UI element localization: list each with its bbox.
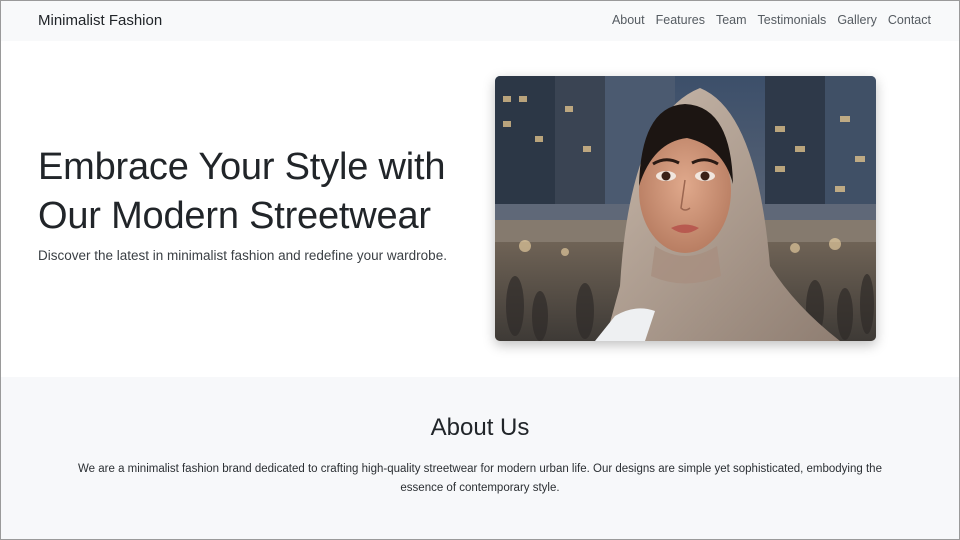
about-text: We are a minimalist fashion brand dedica… xyxy=(78,463,882,494)
nav-links: About Features Team Testimonials Gallery… xyxy=(612,13,931,27)
hero-title: Embrace Your Style with Our Modern Stree… xyxy=(38,146,446,237)
hero-subtitle: Discover the latest in minimalist fashio… xyxy=(38,248,447,263)
hero-image xyxy=(495,76,876,341)
about-title: About Us xyxy=(430,414,530,441)
nav-link-gallery[interactable]: Gallery xyxy=(837,13,877,27)
hero-photo-woman-hijab xyxy=(495,76,876,341)
about-section: About Us We are a minimalist fashion bra… xyxy=(1,377,959,539)
nav-link-team[interactable]: Team xyxy=(716,13,747,27)
navbar: Minimalist Fashion About Features Team T… xyxy=(1,1,959,41)
nav-link-about[interactable]: About xyxy=(612,13,645,27)
nav-link-testimonials[interactable]: Testimonials xyxy=(758,13,827,27)
nav-link-features[interactable]: Features xyxy=(656,13,705,27)
hero-section: Embrace Your Style with Our Modern Stree… xyxy=(1,41,959,377)
brand-logo[interactable]: Minimalist Fashion xyxy=(38,12,162,29)
nav-link-contact[interactable]: Contact xyxy=(888,13,931,27)
